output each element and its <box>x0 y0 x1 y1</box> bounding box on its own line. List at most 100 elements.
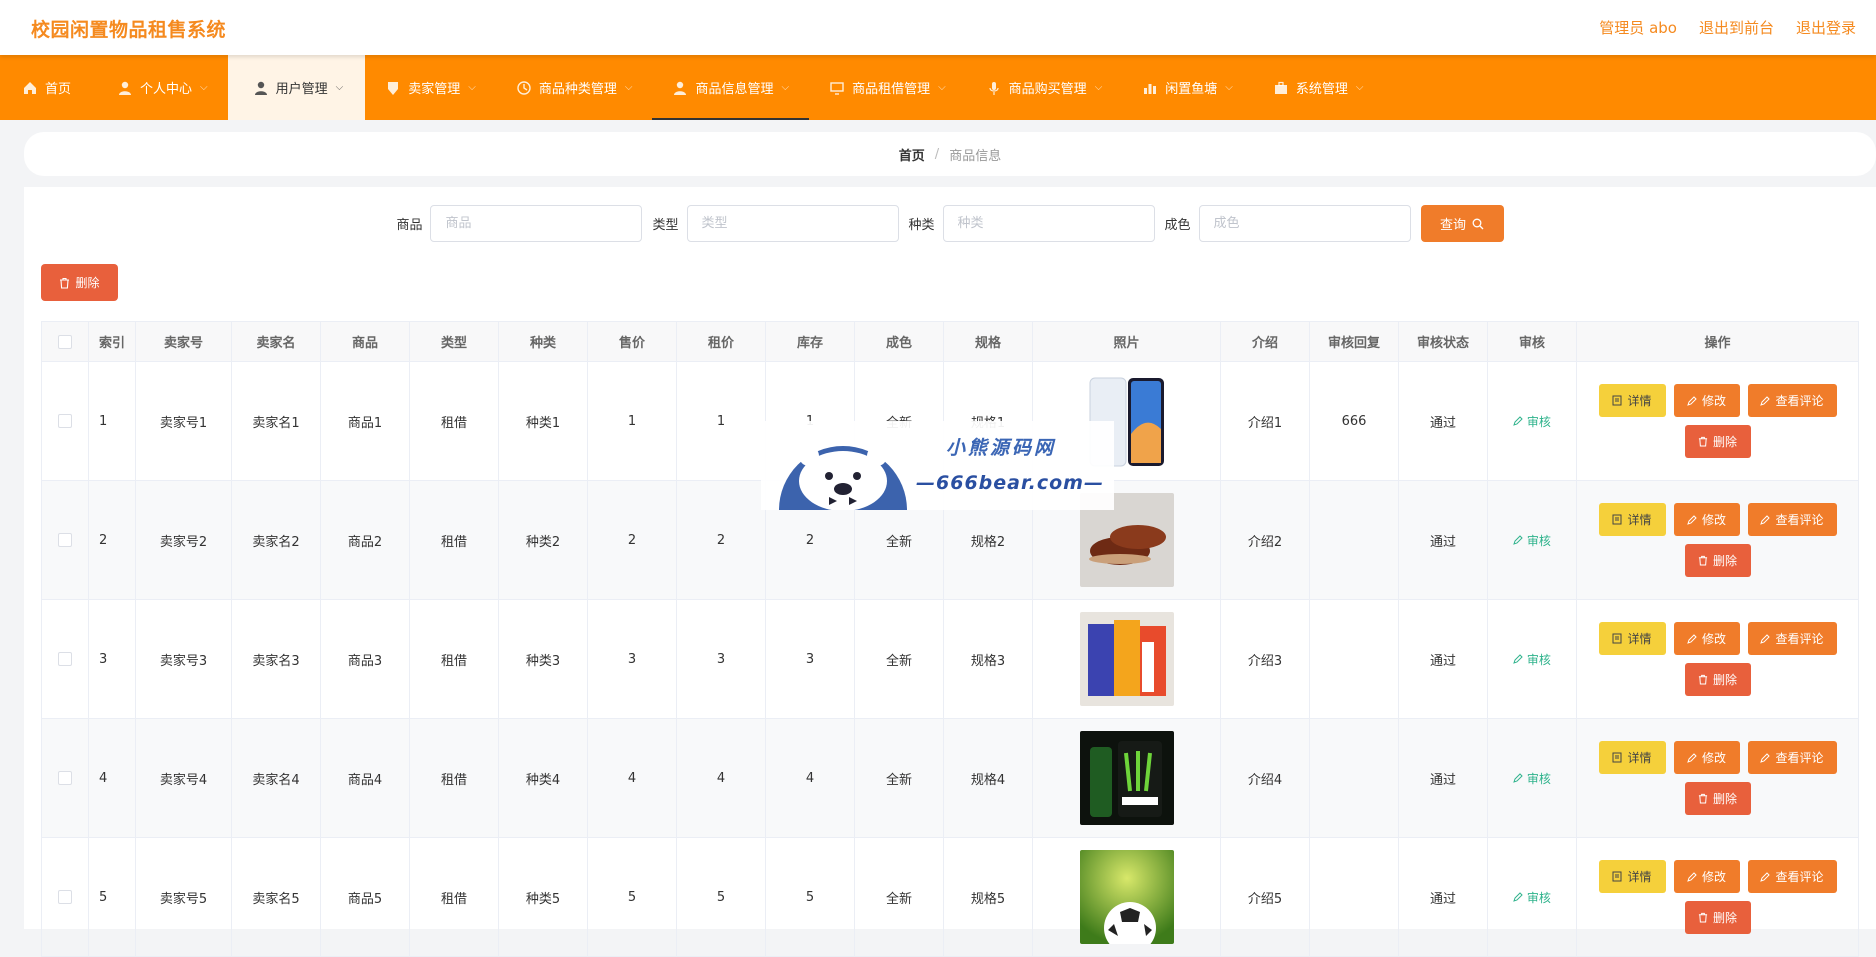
chevron-down-icon: ⌵ <box>624 82 633 93</box>
edit-button[interactable]: 修改 <box>1673 622 1740 655</box>
document-icon <box>1612 752 1622 763</box>
audit-link[interactable]: 审核 <box>1513 772 1551 786</box>
admin-label[interactable]: 管理员 abo <box>1599 17 1677 38</box>
logout-link[interactable]: 退出登录 <box>1796 17 1856 38</box>
cell-index: 3 <box>88 599 136 719</box>
app-title: 校园闲置物品租售系统 <box>31 19 227 41</box>
cell-spec: 规格5 <box>943 837 1033 957</box>
edit-button[interactable]: 修改 <box>1673 860 1740 893</box>
edit-icon <box>1513 534 1523 545</box>
edit-icon <box>1513 653 1523 664</box>
row-checkbox[interactable] <box>58 414 72 428</box>
select-all-checkbox[interactable] <box>58 334 72 349</box>
edit-icon <box>1513 891 1523 902</box>
type-input[interactable] <box>686 205 899 242</box>
nav-item-products[interactable]: 商品信息管理 ⌵ <box>652 55 809 120</box>
detail-button[interactable]: 详情 <box>1598 741 1666 774</box>
nav-label: 商品购买管理 <box>1008 82 1087 97</box>
nav-label: 商品租借管理 <box>852 82 931 97</box>
product-input[interactable] <box>430 205 643 242</box>
row-checkbox[interactable] <box>58 652 72 666</box>
trash-icon <box>1698 555 1708 566</box>
edit-label: 修改 <box>1701 751 1726 765</box>
view-comments-button[interactable]: 查看评论 <box>1747 503 1837 536</box>
column-header: 操作 <box>1576 321 1859 362</box>
delete-label: 删除 <box>1712 673 1737 687</box>
edit-button[interactable]: 修改 <box>1673 741 1740 774</box>
detail-button[interactable]: 详情 <box>1598 860 1666 893</box>
view-comments-button[interactable]: 查看评论 <box>1747 860 1837 893</box>
column-header: 审核回复 <box>1309 321 1399 362</box>
edit-button[interactable]: 修改 <box>1673 503 1740 536</box>
row-checkbox[interactable] <box>58 771 72 785</box>
edit-icon <box>1760 395 1771 406</box>
column-header: 卖家名 <box>231 321 321 362</box>
edit-label: 修改 <box>1701 870 1726 884</box>
column-header: 类型 <box>409 321 499 362</box>
trash-icon <box>1698 436 1708 447</box>
query-button[interactable]: 查询 <box>1420 205 1504 242</box>
nav-item-purchases[interactable]: 商品购买管理 ⌵ <box>966 55 1123 120</box>
nav-item-home[interactable]: 首页 <box>0 55 97 120</box>
cell-rent: 5 <box>676 837 766 957</box>
condition-input[interactable] <box>1198 205 1411 242</box>
cell-actions: 详情 修改 查看评论删除 <box>1576 599 1859 719</box>
cell-status: 通过 <box>1398 480 1488 600</box>
view-comments-button[interactable]: 查看评论 <box>1747 622 1837 655</box>
nav-item-system[interactable]: 系统管理 ⌵ <box>1253 55 1384 120</box>
audit-label: 审核 <box>1526 533 1551 548</box>
cell-condition: 全新 <box>854 837 944 957</box>
cell-seller-no: 卖家号5 <box>135 837 232 957</box>
nav-item-personal[interactable]: 个人中心 ⌵ <box>97 55 228 120</box>
edit-icon <box>1513 415 1523 426</box>
breadcrumb-home[interactable]: 首页 <box>899 145 925 164</box>
edit-icon <box>1760 514 1771 525</box>
edit-button[interactable]: 修改 <box>1673 384 1740 417</box>
delete-label: 删除 <box>1712 792 1737 806</box>
front-link[interactable]: 退出到前台 <box>1699 17 1774 38</box>
nav-item-users[interactable]: 用户管理 ⌵ <box>227 55 366 120</box>
detail-button[interactable]: 详情 <box>1598 384 1666 417</box>
nav-item-rentals[interactable]: 商品租借管理 ⌵ <box>809 55 966 120</box>
nav-item-pond[interactable]: 闲置鱼塘 ⌵ <box>1122 55 1253 120</box>
cell-price: 4 <box>587 718 677 838</box>
nav-item-sellers[interactable]: 卖家管理 ⌵ <box>365 55 496 120</box>
cell-index: 4 <box>88 718 136 838</box>
detail-label: 详情 <box>1627 394 1652 408</box>
delete-button[interactable]: 删除 <box>1684 544 1751 577</box>
cell-index: 2 <box>88 480 136 600</box>
column-header: 库存 <box>765 321 855 362</box>
delete-button[interactable]: 删除 <box>1684 663 1751 696</box>
audit-link[interactable]: 审核 <box>1513 653 1551 667</box>
delete-button[interactable]: 删除 <box>1684 782 1751 815</box>
audit-link[interactable]: 审核 <box>1513 534 1551 548</box>
edit-icon <box>1687 395 1697 406</box>
chevron-down-icon: ⌵ <box>200 82 208 93</box>
cell-seller-no: 卖家号1 <box>135 361 232 481</box>
category-input[interactable] <box>942 205 1155 242</box>
audit-link[interactable]: 审核 <box>1513 891 1551 905</box>
table-row: 5 卖家号5 卖家名5 商品5 租借 种类5 5 5 5 全新 规格5 介绍5 通过 审核 详情 修改 查看评… <box>41 837 1859 957</box>
content-card: 商品 类型 种类 成色 查询 删除 <box>24 187 1876 957</box>
column-header: 照片 <box>1032 321 1221 362</box>
product-table: 索引 卖家号 卖家名 商品 类型 种类 售价 租价 库存 成色 规格 照片 介绍… <box>41 321 1859 957</box>
nav-item-categories[interactable]: 商品种类管理 ⌵ <box>496 55 653 120</box>
detail-button[interactable]: 详情 <box>1598 622 1666 655</box>
batch-delete-button[interactable]: 删除 <box>41 264 118 301</box>
detail-button[interactable]: 详情 <box>1598 503 1666 536</box>
monitor-icon <box>830 81 844 95</box>
view-comments-button[interactable]: 查看评论 <box>1747 741 1837 774</box>
cell-reply <box>1309 837 1399 957</box>
row-checkbox[interactable] <box>58 533 72 547</box>
audit-link[interactable]: 审核 <box>1513 415 1551 429</box>
row-checkbox[interactable] <box>58 890 72 904</box>
delete-button[interactable]: 删除 <box>1684 901 1751 934</box>
view-comments-button[interactable]: 查看评论 <box>1747 384 1837 417</box>
delete-button[interactable]: 删除 <box>1684 425 1751 458</box>
select-all-cell <box>41 321 89 362</box>
edit-icon <box>1687 514 1697 525</box>
column-header: 售价 <box>587 321 677 362</box>
cell-seller-name: 卖家名5 <box>231 837 321 957</box>
document-icon <box>1612 395 1622 406</box>
detail-label: 详情 <box>1627 751 1652 765</box>
